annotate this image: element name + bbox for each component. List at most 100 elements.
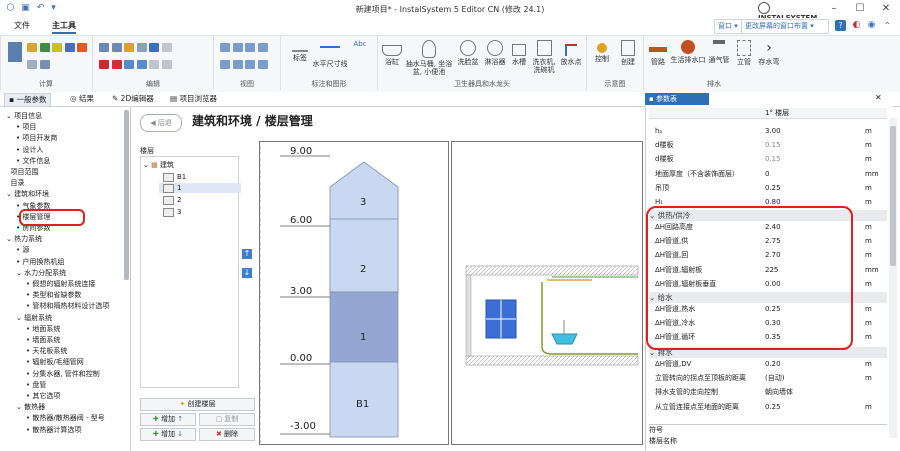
property-row[interactable]: 吊顶 0.25 m [649,183,887,194]
tree-item[interactable]: 目录 [6,178,24,188]
property-value[interactable]: 0.20 [765,359,781,370]
horizontal-dimension-button[interactable]: 水平尺寸线 [311,40,349,68]
tree-item[interactable]: ⌄ 建筑和环境 [6,189,49,199]
property-value[interactable]: (自动) [765,373,784,384]
sink-button[interactable]: 水槽 [508,40,530,66]
tree-item[interactable]: • 分集水器, 管件和控制 [26,369,100,379]
zoom-icons[interactable] [220,43,268,54]
floor-item[interactable]: 3 [163,207,181,217]
stack-button[interactable]: 立管 [732,40,756,66]
close-button[interactable]: ✕ [879,2,893,16]
tap-point-button[interactable]: 放水点 [558,40,584,66]
pan-icons[interactable] [220,60,268,71]
tree-item[interactable]: ⌄ 水力分配系统 [16,268,66,278]
create-floor-button[interactable]: ✦ 创建楼层 [140,398,255,411]
tree-item[interactable]: • 辐射板/毛细管网 [26,357,84,367]
property-value[interactable]: 3.00 [765,126,781,137]
tree-item[interactable]: • 户用换热机组 [16,257,64,267]
property-value[interactable]: 0 [765,169,769,180]
move-down-arrow-icon[interactable]: ↓ [242,268,252,278]
property-value[interactable]: 朝向墙体 [765,387,793,398]
floor-item-selected[interactable]: 1 [159,183,241,193]
tree-item[interactable]: • 散热器/散热器阀 - 型号 [26,413,105,423]
tree-item[interactable]: • 墙面系统 [26,335,60,345]
tree-item[interactable]: • 盘管 [26,380,46,390]
property-row[interactable]: d楼板 0.15 m [649,140,887,151]
property-row[interactable]: d楼板 0.15 m [649,154,887,165]
ribbon-collapse-icon[interactable]: ⌃ [882,20,893,31]
window-menu[interactable]: 窗口 ▾ [714,19,742,34]
tree-item[interactable]: ⌄ 辐射系统 [16,313,52,323]
minimize-button[interactable]: – [827,2,841,16]
washbasin-button[interactable]: 洗脸盆 [454,40,482,66]
tab-general-params[interactable]: ▪ 一般参数 [4,93,52,107]
tab-2d-editor[interactable]: ✎ 2D编辑器 [108,93,158,105]
toilet-button[interactable]: 抽水马桶, 坐浴盆, 小便池 [404,40,454,76]
help-icon[interactable]: ? [835,20,846,31]
editor-icon: ✎ [112,94,121,103]
pipe-button[interactable]: 管路 [646,40,670,66]
tab-results[interactable]: ◎ 结果 [66,93,98,105]
tree-item[interactable]: • 管材和隔热材料设计选项 [26,301,109,311]
add-floor-up-button[interactable]: ✚ 增加 ↑ [140,413,196,426]
menu-main-tools[interactable]: 主工具 [52,20,76,34]
tree-item[interactable]: • 类型和省缺参数 [26,290,81,300]
trap-button[interactable]: › 存水弯 [756,40,782,66]
tree-item[interactable]: • 散热器计算选项 [26,425,81,435]
tree-item[interactable]: ⌄ 项目信息 [6,111,42,121]
save-icon[interactable]: ▣ [20,3,31,14]
brand-logo: INSTALSYSTEM [758,2,818,22]
property-value[interactable]: 0.25 [765,183,781,194]
property-row[interactable]: ΔH管道,DV 0.20 m [649,359,887,370]
tree-item[interactable]: • 天花板系统 [26,346,67,356]
tree-item[interactable]: • 地面系统 [26,324,60,334]
bathtub-button[interactable]: 浴缸 [380,40,404,66]
property-row[interactable]: hₐ 3.00 m [649,126,887,137]
tree-item[interactable]: • 文件信息 [16,156,50,166]
layout-dropdown[interactable]: 更改屏幕的窗口布置 ▾ [741,19,829,34]
shower-button[interactable]: 淋浴器 [482,40,508,66]
maximize-button[interactable]: ☐ [853,2,867,16]
back-button[interactable]: ◀ 后退 [140,114,182,132]
property-value[interactable]: 0.15 [765,140,781,151]
property-row[interactable]: 立管转向的拐点至顶板的距离 (自动) m [649,373,887,384]
property-row[interactable]: 排水支管的走向控制 朝向墙体 [649,387,887,398]
undo-icon[interactable]: ↶ [35,3,46,14]
delete-floor-button[interactable]: ✖ 删除 [199,428,255,441]
building-node[interactable]: ⌄ ▦ 建筑 [143,160,174,170]
tree-item[interactable]: • 源 [16,245,29,255]
close-icon[interactable]: ✕ [875,93,882,102]
drain-outlet-button[interactable]: 生活排水口 [670,40,706,64]
property-row[interactable]: 从立管连接点至地面的距离 0.25 m [649,402,887,413]
tree-item[interactable]: • 设计人 [16,145,43,155]
tree-item[interactable]: • 项目开发商 [16,133,57,143]
copy-floor-button[interactable]: ▢ 复制 [199,413,255,426]
tree-item[interactable]: 项目范围 [6,167,38,177]
move-up-arrow-icon[interactable]: ↑ [242,249,252,259]
tree-item[interactable]: • 其它选项 [26,391,60,401]
quick-access-dropdown-icon[interactable]: ▾ [48,3,59,14]
create-schematic-button[interactable]: 创建 [615,40,641,66]
properties-tab[interactable]: ▪ 参数表 [645,93,709,105]
menu-file[interactable]: 文件 [14,20,30,31]
update-icon[interactable]: ◉ [866,20,877,31]
tree-item[interactable]: • 假想的辐射系统连接 [26,279,95,289]
vent-pipe-button[interactable]: 通气管 [706,40,732,64]
calc-icon[interactable] [8,42,22,62]
property-value[interactable]: 0.15 [765,154,781,165]
property-value[interactable]: 0.25 [765,402,781,413]
text-tool-button[interactable]: Abc [347,40,373,58]
washing-machine-button[interactable]: 洗衣机, 洗碗机 [529,40,559,74]
add-floor-down-button[interactable]: ✚ 增加 ↓ [140,428,196,441]
floor-item[interactable]: B1 [163,172,186,182]
tree-item[interactable]: ⌄ 散热器 [16,402,45,412]
tree-item[interactable]: ⌄ 热力系统 [6,234,42,244]
tab-project-browser[interactable]: ▤ 项目浏览器 [166,93,221,105]
tree-scrollbar[interactable] [124,110,129,280]
floor-item[interactable]: 2 [163,195,181,205]
control-button[interactable]: 控制 [589,40,615,63]
tree-item[interactable]: • 项目 [16,122,36,132]
props-scrollbar[interactable] [889,118,897,438]
community-icon[interactable]: ◐ [851,20,862,31]
property-row[interactable]: 地面厚度（不含装饰面层） 0 mm [649,169,887,180]
